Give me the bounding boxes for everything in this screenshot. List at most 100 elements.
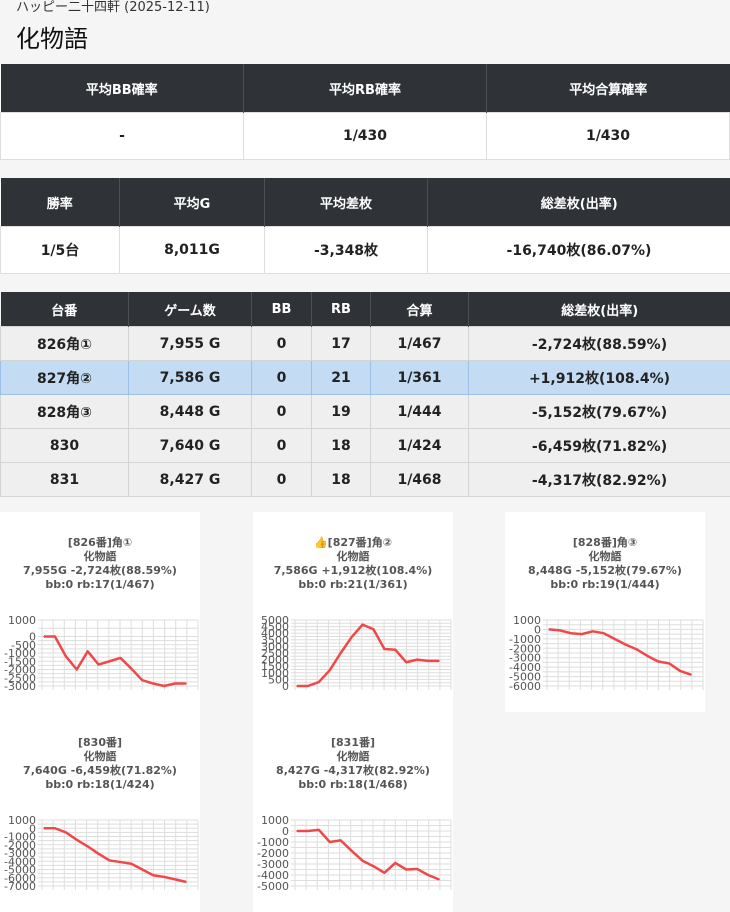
machine-total-diff: -4,317枚(82.92%) <box>468 462 730 497</box>
chart-card-826[interactable]: [826番]角① 化物語 7,955G -2,724枚(88.59%) bb:0… <box>0 512 200 712</box>
data-point <box>328 669 331 671</box>
chart-card-828[interactable]: [828番]角③ 化物語 8,448G -5,152枚(79.67%) bb:0… <box>505 512 705 712</box>
chart-title-text: [827番]角② <box>327 536 393 549</box>
data-point <box>296 830 298 832</box>
data-point <box>75 668 78 671</box>
machine-number: 831 <box>0 462 129 497</box>
chart-result: 8,448G -5,152枚(79.67%) <box>528 564 682 577</box>
machine-bb: 0 <box>251 360 312 395</box>
data-point <box>185 682 187 685</box>
col-machine-number[interactable]: 台番 <box>0 292 129 327</box>
machine-rb: 18 <box>311 462 371 497</box>
value-avg-bb: - <box>0 112 244 160</box>
data-point <box>339 652 342 654</box>
header-win-rate: 勝率 <box>0 178 120 227</box>
data-point <box>580 633 583 635</box>
y-tick-label: -3000 <box>4 680 36 693</box>
data-point <box>65 831 67 834</box>
data-point <box>97 663 100 666</box>
chart-card-831[interactable]: [831番] 化物語 8,427G -4,317枚(82.92%) bb:0 r… <box>253 712 453 912</box>
data-point <box>152 682 155 685</box>
chart-model: 化物語 <box>83 750 117 763</box>
chart-bonus: bb:0 rb:21(1/361) <box>298 578 408 591</box>
data-point <box>307 685 309 687</box>
machine-number: 827角② <box>0 360 129 395</box>
chart-caption: 👍[827番]角② 化物語 7,586G +1,912枚(108.4%) bb:… <box>253 536 453 592</box>
machine-total-diff: -2,724枚(88.59%) <box>468 326 730 361</box>
chart-title: [830番] <box>77 736 123 749</box>
data-point <box>405 868 408 871</box>
chart-card-827[interactable]: 👍[827番]角② 化物語 7,586G +1,912枚(108.4%) bb:… <box>253 512 453 712</box>
line-chart: 10000-1000-2000-3000-4000-5000 <box>257 814 452 893</box>
table-row[interactable]: 830 7,640 G 0 18 1/424 -6,459枚(71.82%) <box>0 428 730 463</box>
col-games[interactable]: ゲーム数 <box>128 292 252 327</box>
table-row[interactable]: 827角② 7,586 G 0 21 1/361 +1,912枚(108.4%) <box>0 360 730 395</box>
col-combined[interactable]: 合算 <box>370 292 469 327</box>
chart-model: 化物語 <box>83 550 117 563</box>
machine-table: 台番 ゲーム数 BB RB 合算 総差枚(出率) 826角① 7,955 G 0… <box>0 292 730 497</box>
data-point <box>296 685 298 687</box>
data-point <box>328 841 331 843</box>
chart-title: 👍[827番]角② <box>253 536 453 550</box>
machine-rb: 19 <box>311 394 371 429</box>
col-total-diff[interactable]: 総差枚(出率) <box>468 292 730 327</box>
machine-combined: 1/361 <box>370 360 469 395</box>
data-point <box>570 632 572 634</box>
table-row[interactable]: 828角③ 8,448 G 0 19 1/444 -5,152枚(79.67%) <box>0 394 730 429</box>
header-avg-games: 平均G <box>119 178 265 227</box>
data-point <box>591 630 594 633</box>
line-chart: 10000-1000-2000-3000-4000-5000-6000 <box>509 614 704 693</box>
header-avg-total: 平均合算確率 <box>486 64 730 113</box>
chart-title: [826番]角① <box>67 536 133 549</box>
chart-result: 8,427G -4,317枚(82.92%) <box>276 764 430 777</box>
data-point <box>427 874 429 876</box>
chart-result: 7,955G -2,724枚(88.59%) <box>23 564 177 577</box>
chart-caption: [826番]角① 化物語 7,955G -2,724枚(88.59%) bb:0… <box>0 536 200 592</box>
data-point <box>185 881 187 883</box>
machine-total-diff: -6,459枚(71.82%) <box>468 428 730 463</box>
result-summary-table: 勝率 平均G 平均差枚 総差枚(出率) 1/5台 8,011G -3,348枚 … <box>0 178 730 274</box>
chart-result: 7,586G +1,912枚(108.4%) <box>273 564 433 577</box>
data-point <box>690 673 692 676</box>
machine-bb: 0 <box>251 462 312 497</box>
col-rb[interactable]: RB <box>311 292 371 327</box>
data-point <box>54 827 56 830</box>
data-point <box>174 682 176 685</box>
data-point <box>307 830 309 832</box>
machine-rb: 17 <box>311 326 371 361</box>
machine-rb: 18 <box>311 428 371 463</box>
y-tick-label: 0 <box>282 680 289 693</box>
header-avg-bb: 平均BB確率 <box>0 64 244 113</box>
data-point <box>65 655 67 658</box>
value-avg-rb: 1/430 <box>243 112 487 160</box>
machine-number: 830 <box>0 428 129 463</box>
data-point <box>624 643 627 646</box>
data-point <box>635 648 638 651</box>
value-avg-diff: -3,348枚 <box>264 226 428 274</box>
y-tick-label: -6000 <box>509 680 541 693</box>
machine-combined: 1/444 <box>370 394 469 429</box>
chart-caption: [830番] 化物語 7,640G -6,459枚(71.82%) bb:0 r… <box>0 736 200 792</box>
machine-rb: 21 <box>311 360 371 395</box>
table-row[interactable]: 831 8,427 G 0 18 1/468 -4,317枚(82.92%) <box>0 462 730 497</box>
machine-games: 8,448 G <box>128 394 252 429</box>
data-point <box>602 632 605 634</box>
data-point <box>119 657 122 659</box>
col-bb[interactable]: BB <box>251 292 312 327</box>
data-point <box>646 655 649 657</box>
chart-bonus: bb:0 rb:18(1/424) <box>45 778 155 791</box>
table-row[interactable]: 826角① 7,955 G 0 17 1/467 -2,724枚(88.59%) <box>0 326 730 361</box>
data-point <box>86 845 89 848</box>
line-chart: 5000450040003500300025002000150010005000 <box>261 614 452 693</box>
chart-card-830[interactable]: [830番] 化物語 7,640G -6,459枚(71.82%) bb:0 r… <box>0 712 200 912</box>
machine-bb: 0 <box>251 326 312 361</box>
data-point <box>350 850 353 852</box>
chart-model: 化物語 <box>336 750 370 763</box>
data-point <box>361 859 364 862</box>
data-point <box>383 648 386 650</box>
data-point <box>383 872 386 874</box>
data-point <box>119 861 122 863</box>
chart-bonus: bb:0 rb:18(1/468) <box>298 778 408 791</box>
data-point <box>163 876 165 878</box>
breadcrumb[interactable]: ハッピー二十四軒 (2025-12-11) <box>16 0 210 16</box>
